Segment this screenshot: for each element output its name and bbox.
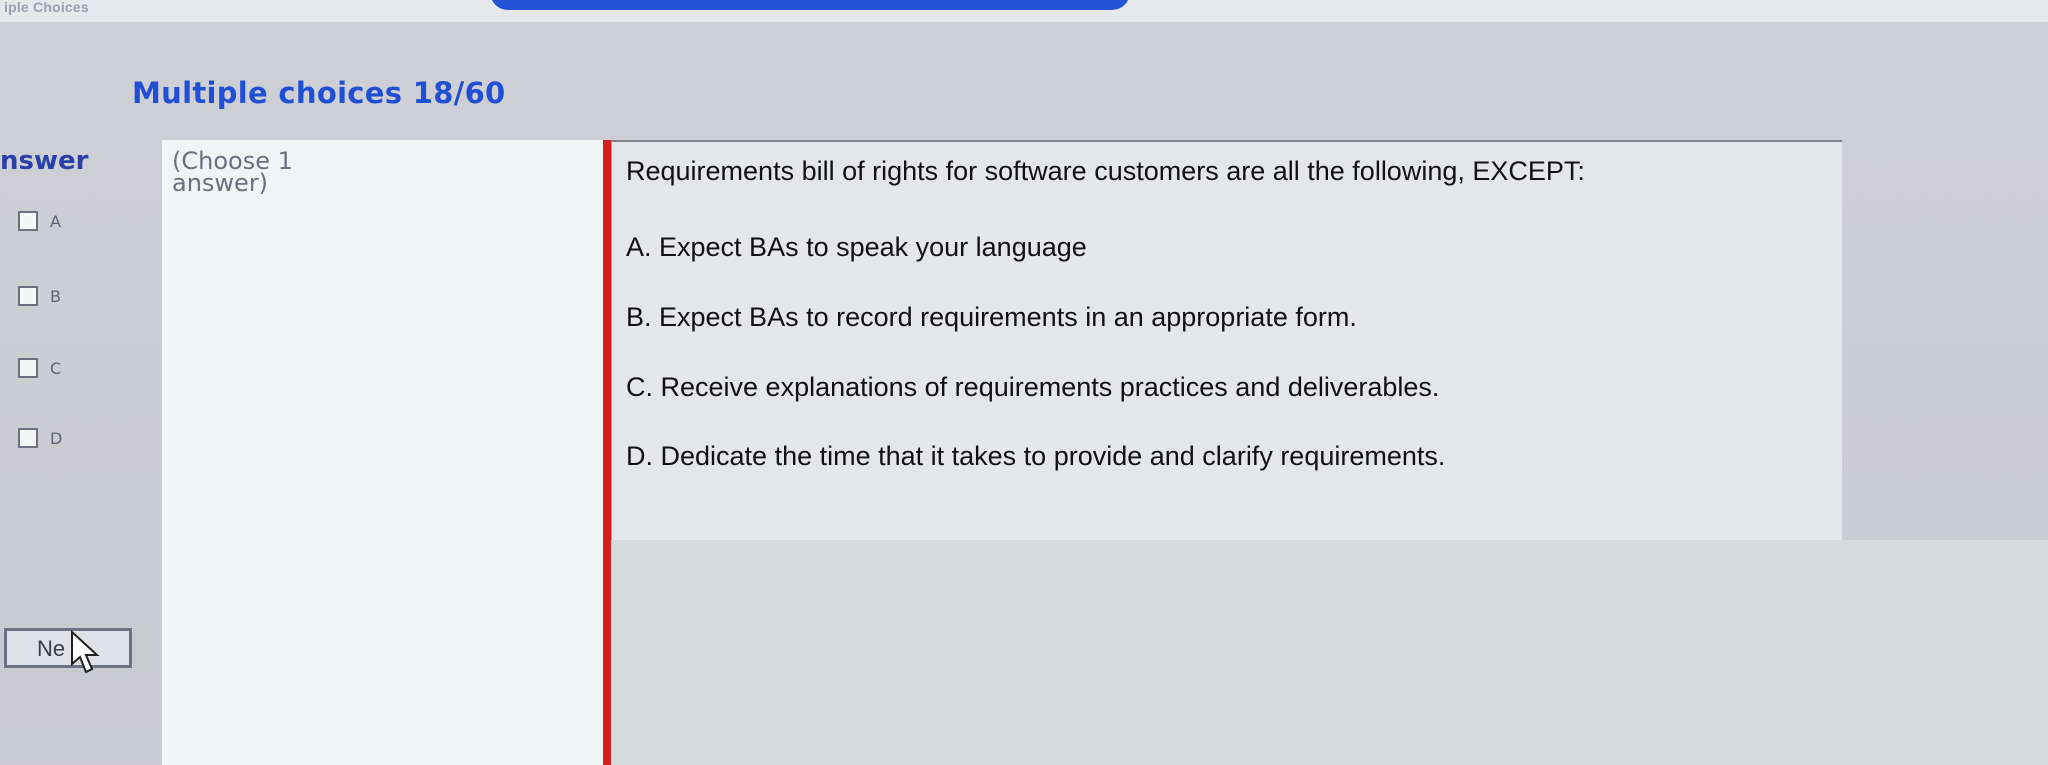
choice-d[interactable]: D	[18, 428, 62, 448]
choice-b[interactable]: B	[18, 286, 61, 306]
checkbox-d[interactable]	[18, 428, 38, 448]
choice-letter: B	[50, 286, 61, 306]
choice-letter: D	[50, 428, 63, 448]
answer-label: nswer	[0, 146, 89, 176]
question-text: Requirements bill of rights for software…	[626, 156, 1585, 186]
progress-title: Multiple choices 18/60	[132, 76, 506, 110]
window-title: iple Choices	[4, 0, 89, 15]
question-panel: Requirements bill of rights for software…	[611, 140, 1842, 542]
red-divider	[603, 140, 611, 765]
choice-letter: A	[50, 211, 61, 231]
option-c: C. Receive explanations of requirements …	[626, 372, 1440, 402]
window-title-bar: iple Choices	[0, 0, 2048, 22]
empty-content-area	[611, 540, 2048, 765]
choice-c[interactable]: C	[18, 358, 61, 378]
checkbox-c[interactable]	[18, 358, 38, 378]
option-a: A. Expect BAs to speak your language	[626, 232, 1087, 262]
choice-a[interactable]: A	[18, 211, 61, 231]
next-button[interactable]: Ne	[4, 628, 132, 668]
checkbox-a[interactable]	[18, 211, 38, 231]
checkbox-b[interactable]	[18, 286, 38, 306]
instruction-text: (Choose 1 answer)	[172, 147, 293, 197]
arrow-cursor-icon	[71, 630, 100, 674]
choice-letter: C	[50, 358, 62, 378]
brand-logo-icon	[490, 0, 1130, 10]
option-b: B. Expect BAs to record requirements in …	[626, 302, 1357, 332]
instruction-panel: (Choose 1 answer)	[160, 140, 612, 765]
option-d: D. Dedicate the time that it takes to pr…	[626, 441, 1446, 471]
